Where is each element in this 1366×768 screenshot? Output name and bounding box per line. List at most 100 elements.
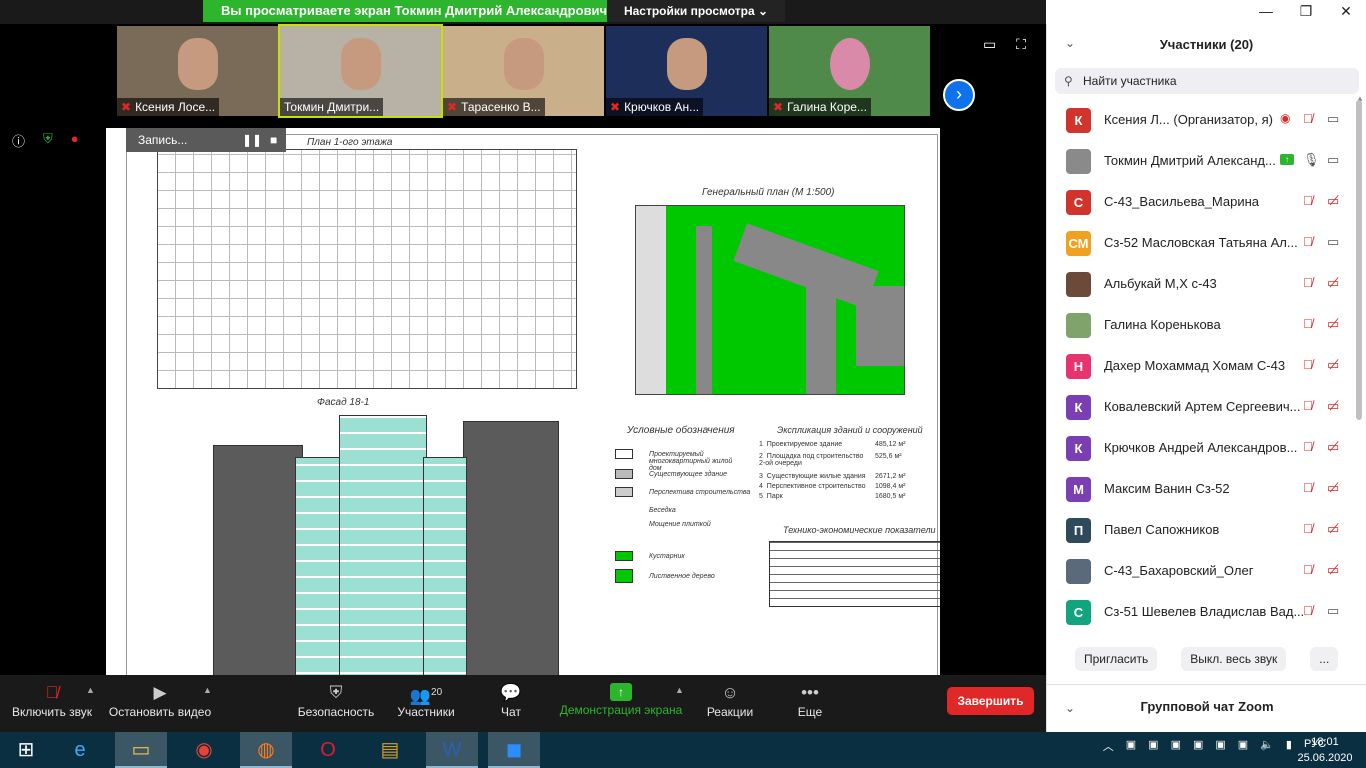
participant-name: Альбукай М,Х с-43: [1104, 276, 1217, 291]
stop-recording-icon[interactable]: ■: [270, 128, 277, 152]
firefox-icon[interactable]: ◍: [240, 732, 292, 768]
camera-off-icon[interactable]: ▭̸: [1327, 562, 1339, 578]
pause-recording-icon[interactable]: ❚❚: [242, 128, 262, 152]
video-thumbnail[interactable]: ✖ Галина Коре...: [769, 26, 930, 116]
audio-options-caret[interactable]: ▲: [86, 685, 95, 695]
mic-muted-icon[interactable]: 🎙̸: [1303, 439, 1313, 454]
camera-off-icon[interactable]: ▭̸: [1327, 316, 1339, 332]
more-options-button[interactable]: ...: [1310, 647, 1339, 671]
chrome-icon[interactable]: ◉: [178, 732, 230, 768]
participant-row[interactable]: П Павел Сапожников 🎙̸ ▭̸: [1047, 510, 1357, 551]
participant-row[interactable]: Н Дахер Мохаммад Хомам С-43 🎙̸ ▭̸: [1047, 346, 1357, 387]
opera-icon[interactable]: O: [302, 732, 354, 768]
camera-off-icon[interactable]: ▭̸: [1327, 193, 1339, 209]
title-bar: Вы просматриваете экран Токмин Дмитрий А…: [0, 0, 1046, 24]
participant-row[interactable]: К Крючков Андрей Александров... 🎙̸ ▭̸: [1047, 428, 1357, 469]
mic-muted-icon[interactable]: 🎙̸: [1303, 193, 1313, 208]
facade-drawing: [213, 415, 559, 675]
mic-muted-icon[interactable]: 🎙̸: [1303, 357, 1313, 372]
video-thumbnail-active-speaker[interactable]: Токмин Дмитри...: [278, 24, 443, 118]
video-thumbnail[interactable]: ✖ Ксения Лосе...: [117, 26, 278, 116]
mic-muted-icon[interactable]: 🎙̸: [1303, 603, 1313, 618]
mic-muted-icon: ✖: [773, 100, 784, 114]
fullscreen-icon[interactable]: ⛶: [1016, 36, 1026, 52]
tray-app-icon[interactable]: ▣: [1171, 738, 1181, 754]
mic-icon[interactable]: 🎙: [1303, 152, 1320, 168]
camera-off-icon[interactable]: ▭̸: [1327, 480, 1339, 496]
camera-off-icon[interactable]: ▭̸: [1327, 521, 1339, 537]
chat-button[interactable]: 💬 Чат: [494, 675, 528, 732]
participant-row[interactable]: С Сз-51 Шевелев Владислав Вад... 🎙̸ ▭: [1047, 592, 1357, 633]
mute-all-button[interactable]: Выкл. весь звук: [1181, 647, 1287, 671]
mic-muted-icon[interactable]: 🎙̸: [1303, 111, 1313, 126]
stop-video-button[interactable]: ▶ Остановить видео: [106, 675, 214, 732]
ellipsis-icon: •••: [801, 683, 819, 702]
zoom-icon[interactable]: ◼: [488, 732, 540, 768]
participant-row[interactable]: С-43_Бахаровский_Олег 🎙̸ ▭̸: [1047, 551, 1357, 592]
mic-muted-icon[interactable]: 🎙̸: [1303, 316, 1313, 331]
participant-row[interactable]: М Максим Ванин Сз-52 🎙̸ ▭̸: [1047, 469, 1357, 510]
mic-muted-icon[interactable]: 🎙̸: [1303, 275, 1313, 290]
next-page-arrow-icon[interactable]: ›: [943, 79, 975, 111]
file-explorer-icon[interactable]: ▭: [115, 732, 167, 768]
mic-muted-icon[interactable]: 🎙̸: [1303, 562, 1313, 577]
tray-arrow-icon[interactable]: ︿: [1103, 738, 1114, 754]
participant-row[interactable]: СМ Сз-52 Масловская Татьяна Ал... 🎙̸ ▭: [1047, 223, 1357, 264]
participant-row[interactable]: К Ковалевский Артем Сергеевич... 🎙̸ ▭̸: [1047, 387, 1357, 428]
reactions-button[interactable]: ☺ Реакции: [704, 675, 756, 732]
legend-title: Условные обозначения: [627, 425, 735, 436]
shared-screen: План 1-ого этажа Генеральный план (М 1:5…: [106, 128, 940, 675]
camera-off-icon[interactable]: ▭̸: [1327, 439, 1339, 455]
volume-icon[interactable]: 🔈: [1260, 738, 1274, 754]
participant-search-input[interactable]: ⚲ Найти участника: [1055, 68, 1359, 94]
minimize-button[interactable]: —: [1246, 0, 1286, 24]
participants-button[interactable]: 👥20 Участники: [394, 675, 458, 732]
internet-explorer-icon[interactable]: e: [54, 732, 106, 768]
sharing-icon: ↑: [1280, 154, 1294, 165]
tray-app-icon[interactable]: ▣: [1215, 738, 1225, 754]
mic-muted-icon[interactable]: 🎙̸: [1303, 521, 1313, 536]
camera-off-icon[interactable]: ▭̸: [1327, 275, 1339, 291]
camera-icon[interactable]: ▭: [1327, 603, 1339, 619]
unmute-button[interactable]: 🎙̸ Включить звук: [8, 675, 96, 732]
share-options-caret[interactable]: ▲: [675, 685, 684, 695]
tray-app-icon[interactable]: ▣: [1148, 738, 1158, 754]
share-screen-button[interactable]: ↑ Демонстрация экрана: [556, 675, 686, 732]
participants-panel: ⌄ Участники (20) ⚲ Найти участника ▲ К Кс…: [1046, 24, 1366, 732]
camera-icon[interactable]: ▭: [1327, 152, 1339, 168]
nvidia-icon[interactable]: ▣: [1193, 738, 1203, 754]
camera-icon[interactable]: ▭: [1327, 111, 1339, 127]
shield-check-icon[interactable]: ⛨: [43, 131, 53, 150]
participant-row[interactable]: Галина Коренькова 🎙̸ ▭̸: [1047, 305, 1357, 346]
mic-muted-icon[interactable]: 🎙̸: [1303, 480, 1313, 495]
mic-muted-icon[interactable]: 🎙̸: [1303, 398, 1313, 413]
video-thumbnail[interactable]: ✖ Крючков Ан...: [606, 26, 767, 116]
camera-icon[interactable]: ▭: [1327, 234, 1339, 250]
participant-row[interactable]: С С-43_Васильева_Марина 🎙̸ ▭̸: [1047, 182, 1357, 223]
close-button[interactable]: ✕: [1326, 0, 1366, 24]
windows-start-icon[interactable]: ⊞: [0, 732, 52, 768]
maximize-button[interactable]: ❐: [1286, 0, 1326, 24]
participant-row[interactable]: Токмин Дмитрий Александ... ↑ 🎙 ▭: [1047, 141, 1357, 182]
mic-muted-icon[interactable]: 🎙̸: [1303, 234, 1313, 249]
tray-app-icon[interactable]: ▣: [1238, 738, 1248, 754]
invite-button[interactable]: Пригласить: [1075, 647, 1158, 671]
participant-video: [177, 38, 218, 90]
clock[interactable]: 18:01 25.06.2020: [1292, 734, 1358, 766]
thumbnail-layout-icon[interactable]: ▭: [983, 36, 996, 52]
info-icon[interactable]: ⓘ: [12, 131, 25, 150]
more-button[interactable]: ••• Еще: [792, 675, 828, 732]
end-meeting-button[interactable]: Завершить: [947, 687, 1034, 715]
camera-off-icon[interactable]: ▭̸: [1327, 398, 1339, 414]
tray-app-icon[interactable]: ▣: [1126, 738, 1136, 754]
video-options-caret[interactable]: ▲: [203, 685, 212, 695]
participant-row[interactable]: К Ксения Л... (Организатор, я) ◉ 🎙̸ ▭: [1047, 100, 1357, 141]
archive-app-icon[interactable]: ▤: [364, 732, 416, 768]
video-thumbnail[interactable]: ✖ Тарасенко В...: [443, 26, 604, 116]
word-icon[interactable]: W: [426, 732, 478, 768]
camera-off-icon[interactable]: ▭̸: [1327, 357, 1339, 373]
security-button[interactable]: ⛨ Безопасность: [296, 675, 376, 732]
participant-row[interactable]: Альбукай М,Х с-43 🎙̸ ▭̸: [1047, 264, 1357, 305]
smile-icon: ☺: [721, 683, 739, 702]
view-settings-button[interactable]: Настройки просмотра ⌄: [607, 0, 785, 22]
